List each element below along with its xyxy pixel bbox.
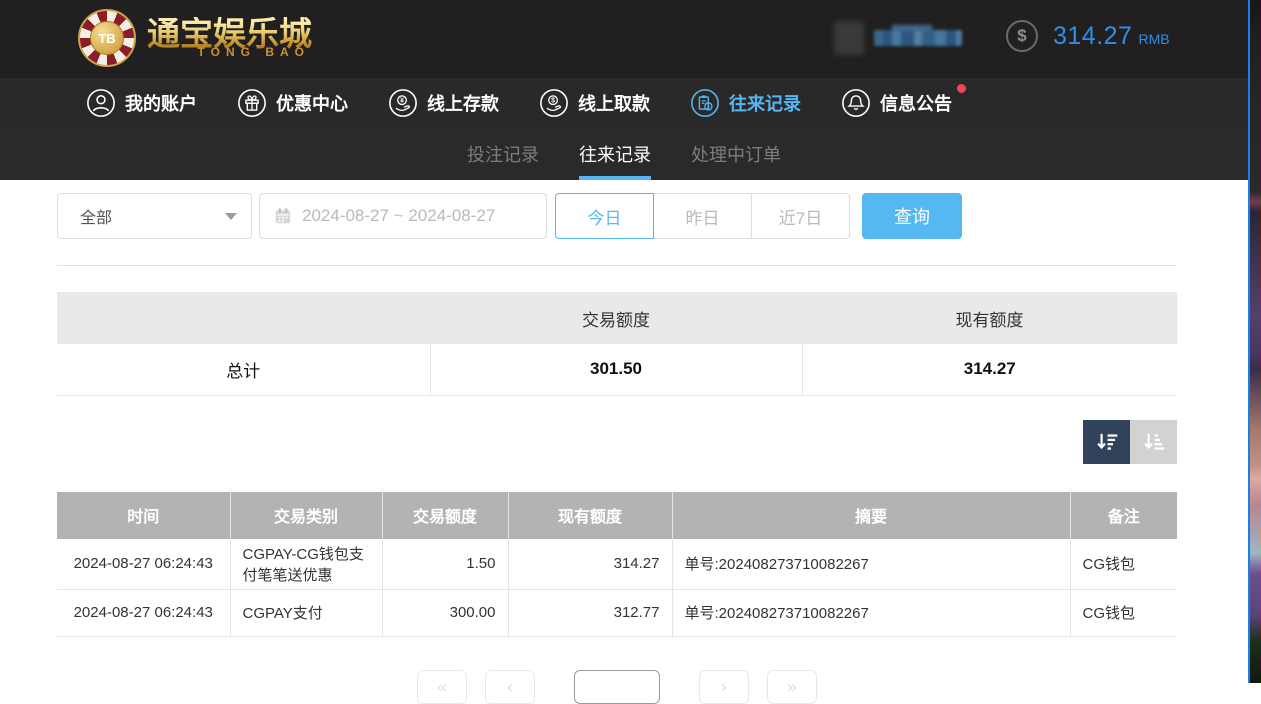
- cell-type: CGPAY-CG钱包支付笔笔送优惠: [230, 539, 382, 590]
- col-type: 交易类别: [230, 492, 382, 539]
- sort-descending-icon: [1094, 429, 1120, 455]
- tab-transaction-records[interactable]: 往来记录: [579, 128, 651, 180]
- nav-item-label: 线上取款: [578, 90, 650, 116]
- top-header: TB 通宝娱乐城 TONG BAO $ 314.27 RMB: [0, 0, 1248, 78]
- nav-item-my-account[interactable]: 我的账户: [86, 88, 197, 118]
- last-page-button[interactable]: »: [767, 670, 817, 704]
- sort-descending-button[interactable]: [1083, 420, 1130, 464]
- nav-item-announcements[interactable]: 信息公告: [841, 88, 952, 118]
- search-button[interactable]: 查询: [862, 193, 962, 239]
- table-row: 2024-08-27 06:24:43 CGPAY支付 300.00 312.7…: [57, 589, 1177, 636]
- dollar-circle-icon: $: [1006, 20, 1038, 52]
- calendar-icon: [274, 207, 292, 225]
- summary-total-amount: 301.50: [430, 344, 802, 395]
- summary-total-label: 总计: [57, 344, 430, 395]
- summary-header-balance: 现有额度: [802, 292, 1177, 344]
- nav-item-label: 我的账户: [125, 90, 197, 116]
- today-button[interactable]: 今日: [555, 193, 654, 239]
- balance-display: $ 314.27 RMB: [1006, 20, 1170, 52]
- content-area: 全部 2024-08-27 ~ 2024-08-27 今日 昨日 近7日 查询: [0, 180, 1248, 704]
- col-time: 时间: [57, 492, 230, 539]
- page-number-input[interactable]: [574, 670, 660, 704]
- summary-header-row: 交易额度 现有额度: [57, 292, 1177, 344]
- cell-amount: 1.50: [382, 539, 508, 590]
- sort-controls: [57, 420, 1177, 464]
- category-select[interactable]: 全部: [57, 193, 252, 239]
- nav-item-promotions[interactable]: 优惠中心: [237, 88, 348, 118]
- table-row: 2024-08-27 06:24:43 CGPAY-CG钱包支付笔笔送优惠 1.…: [57, 539, 1177, 590]
- page: TB 通宝娱乐城 TONG BAO $ 314.27 RMB 我的账户: [0, 0, 1248, 683]
- divider: [57, 265, 1177, 266]
- col-summary: 摘要: [672, 492, 1070, 539]
- nav-item-deposit[interactable]: ¥ 线上存款: [388, 88, 499, 118]
- filter-row: 全部 2024-08-27 ~ 2024-08-27 今日 昨日 近7日 查询: [57, 193, 1177, 239]
- notification-badge: [957, 84, 966, 93]
- logo-text: 通宝娱乐城 TONG BAO: [147, 17, 312, 59]
- sub-tabs: 投注记录 往来记录 处理中订单: [0, 128, 1248, 180]
- cell-amount: 300.00: [382, 589, 508, 636]
- withdraw-hand-coin-icon: $: [539, 88, 569, 118]
- chevron-down-icon: [225, 213, 237, 220]
- nav-item-withdraw[interactable]: $ 线上取款: [539, 88, 650, 118]
- last-7-days-button[interactable]: 近7日: [751, 193, 850, 239]
- quick-date-buttons: 今日 昨日 近7日: [555, 193, 850, 239]
- cell-balance: 314.27: [508, 539, 672, 590]
- username-blur: [874, 30, 962, 46]
- avatar: [834, 21, 864, 55]
- svg-text:$: $: [551, 98, 555, 105]
- cell-time: 2024-08-27 06:24:43: [57, 589, 230, 636]
- username-redacted: [834, 20, 962, 56]
- cell-time: 2024-08-27 06:24:43: [57, 539, 230, 590]
- col-balance: 现有额度: [508, 492, 672, 539]
- cell-summary: 单号:202408273710082267: [672, 539, 1070, 590]
- balance-currency: RMB: [1138, 26, 1169, 47]
- summary-table: 交易额度 现有额度 总计 301.50 314.27: [57, 292, 1177, 396]
- nav-item-transaction-records[interactable]: 往来记录: [690, 88, 801, 118]
- summary-total-row: 总计 301.50 314.27: [57, 344, 1177, 395]
- cell-summary: 单号:202408273710082267: [672, 589, 1070, 636]
- category-select-value: 全部: [80, 204, 112, 228]
- user-icon: [86, 88, 116, 118]
- prev-page-button[interactable]: ‹: [485, 670, 535, 704]
- pagination: « ‹ › »: [57, 670, 1177, 704]
- cell-balance: 312.77: [508, 589, 672, 636]
- yesterday-button[interactable]: 昨日: [653, 193, 752, 239]
- summary-total-balance: 314.27: [802, 344, 1177, 395]
- nav-item-label: 优惠中心: [276, 90, 348, 116]
- cell-note: CG钱包: [1070, 589, 1177, 636]
- background-window-strip: [1248, 0, 1261, 683]
- svg-text:¥: ¥: [400, 98, 404, 105]
- summary-header-amount: 交易额度: [430, 292, 802, 344]
- cell-note: CG钱包: [1070, 539, 1177, 590]
- next-page-button[interactable]: ›: [699, 670, 749, 704]
- records-clipboard-clock-icon: [690, 88, 720, 118]
- poker-chip-logo-icon: TB: [78, 9, 136, 67]
- tab-processing-orders[interactable]: 处理中订单: [691, 128, 781, 180]
- nav-item-label: 线上存款: [427, 90, 499, 116]
- gift-icon: [237, 88, 267, 118]
- nav-item-label: 往来记录: [729, 90, 801, 116]
- cell-type: CGPAY支付: [230, 589, 382, 636]
- chip-monogram: TB: [90, 21, 124, 55]
- records-table: 时间 交易类别 交易额度 现有额度 摘要 备注 2024-08-27 06:24…: [57, 492, 1177, 637]
- nav-item-label: 信息公告: [880, 90, 952, 116]
- date-range-value: 2024-08-27 ~ 2024-08-27: [302, 206, 495, 226]
- bell-icon: [841, 88, 871, 118]
- records-header-row: 时间 交易类别 交易额度 现有额度 摘要 备注: [57, 492, 1177, 539]
- tab-betting-records[interactable]: 投注记录: [467, 128, 539, 180]
- first-page-button[interactable]: «: [417, 670, 467, 704]
- col-note: 备注: [1070, 492, 1177, 539]
- col-amount: 交易额度: [382, 492, 508, 539]
- deposit-hand-coin-icon: ¥: [388, 88, 418, 118]
- summary-header-blank: [57, 292, 430, 344]
- date-range-input[interactable]: 2024-08-27 ~ 2024-08-27: [259, 193, 547, 239]
- site-logo[interactable]: TB 通宝娱乐城 TONG BAO: [78, 9, 312, 67]
- main-nav: 我的账户 优惠中心 ¥ 线上存款 $ 线上取款 往来记录: [0, 78, 1248, 128]
- sort-ascending-button[interactable]: [1130, 420, 1177, 464]
- sort-ascending-icon: [1141, 429, 1167, 455]
- balance-amount: 314.27: [1053, 22, 1132, 51]
